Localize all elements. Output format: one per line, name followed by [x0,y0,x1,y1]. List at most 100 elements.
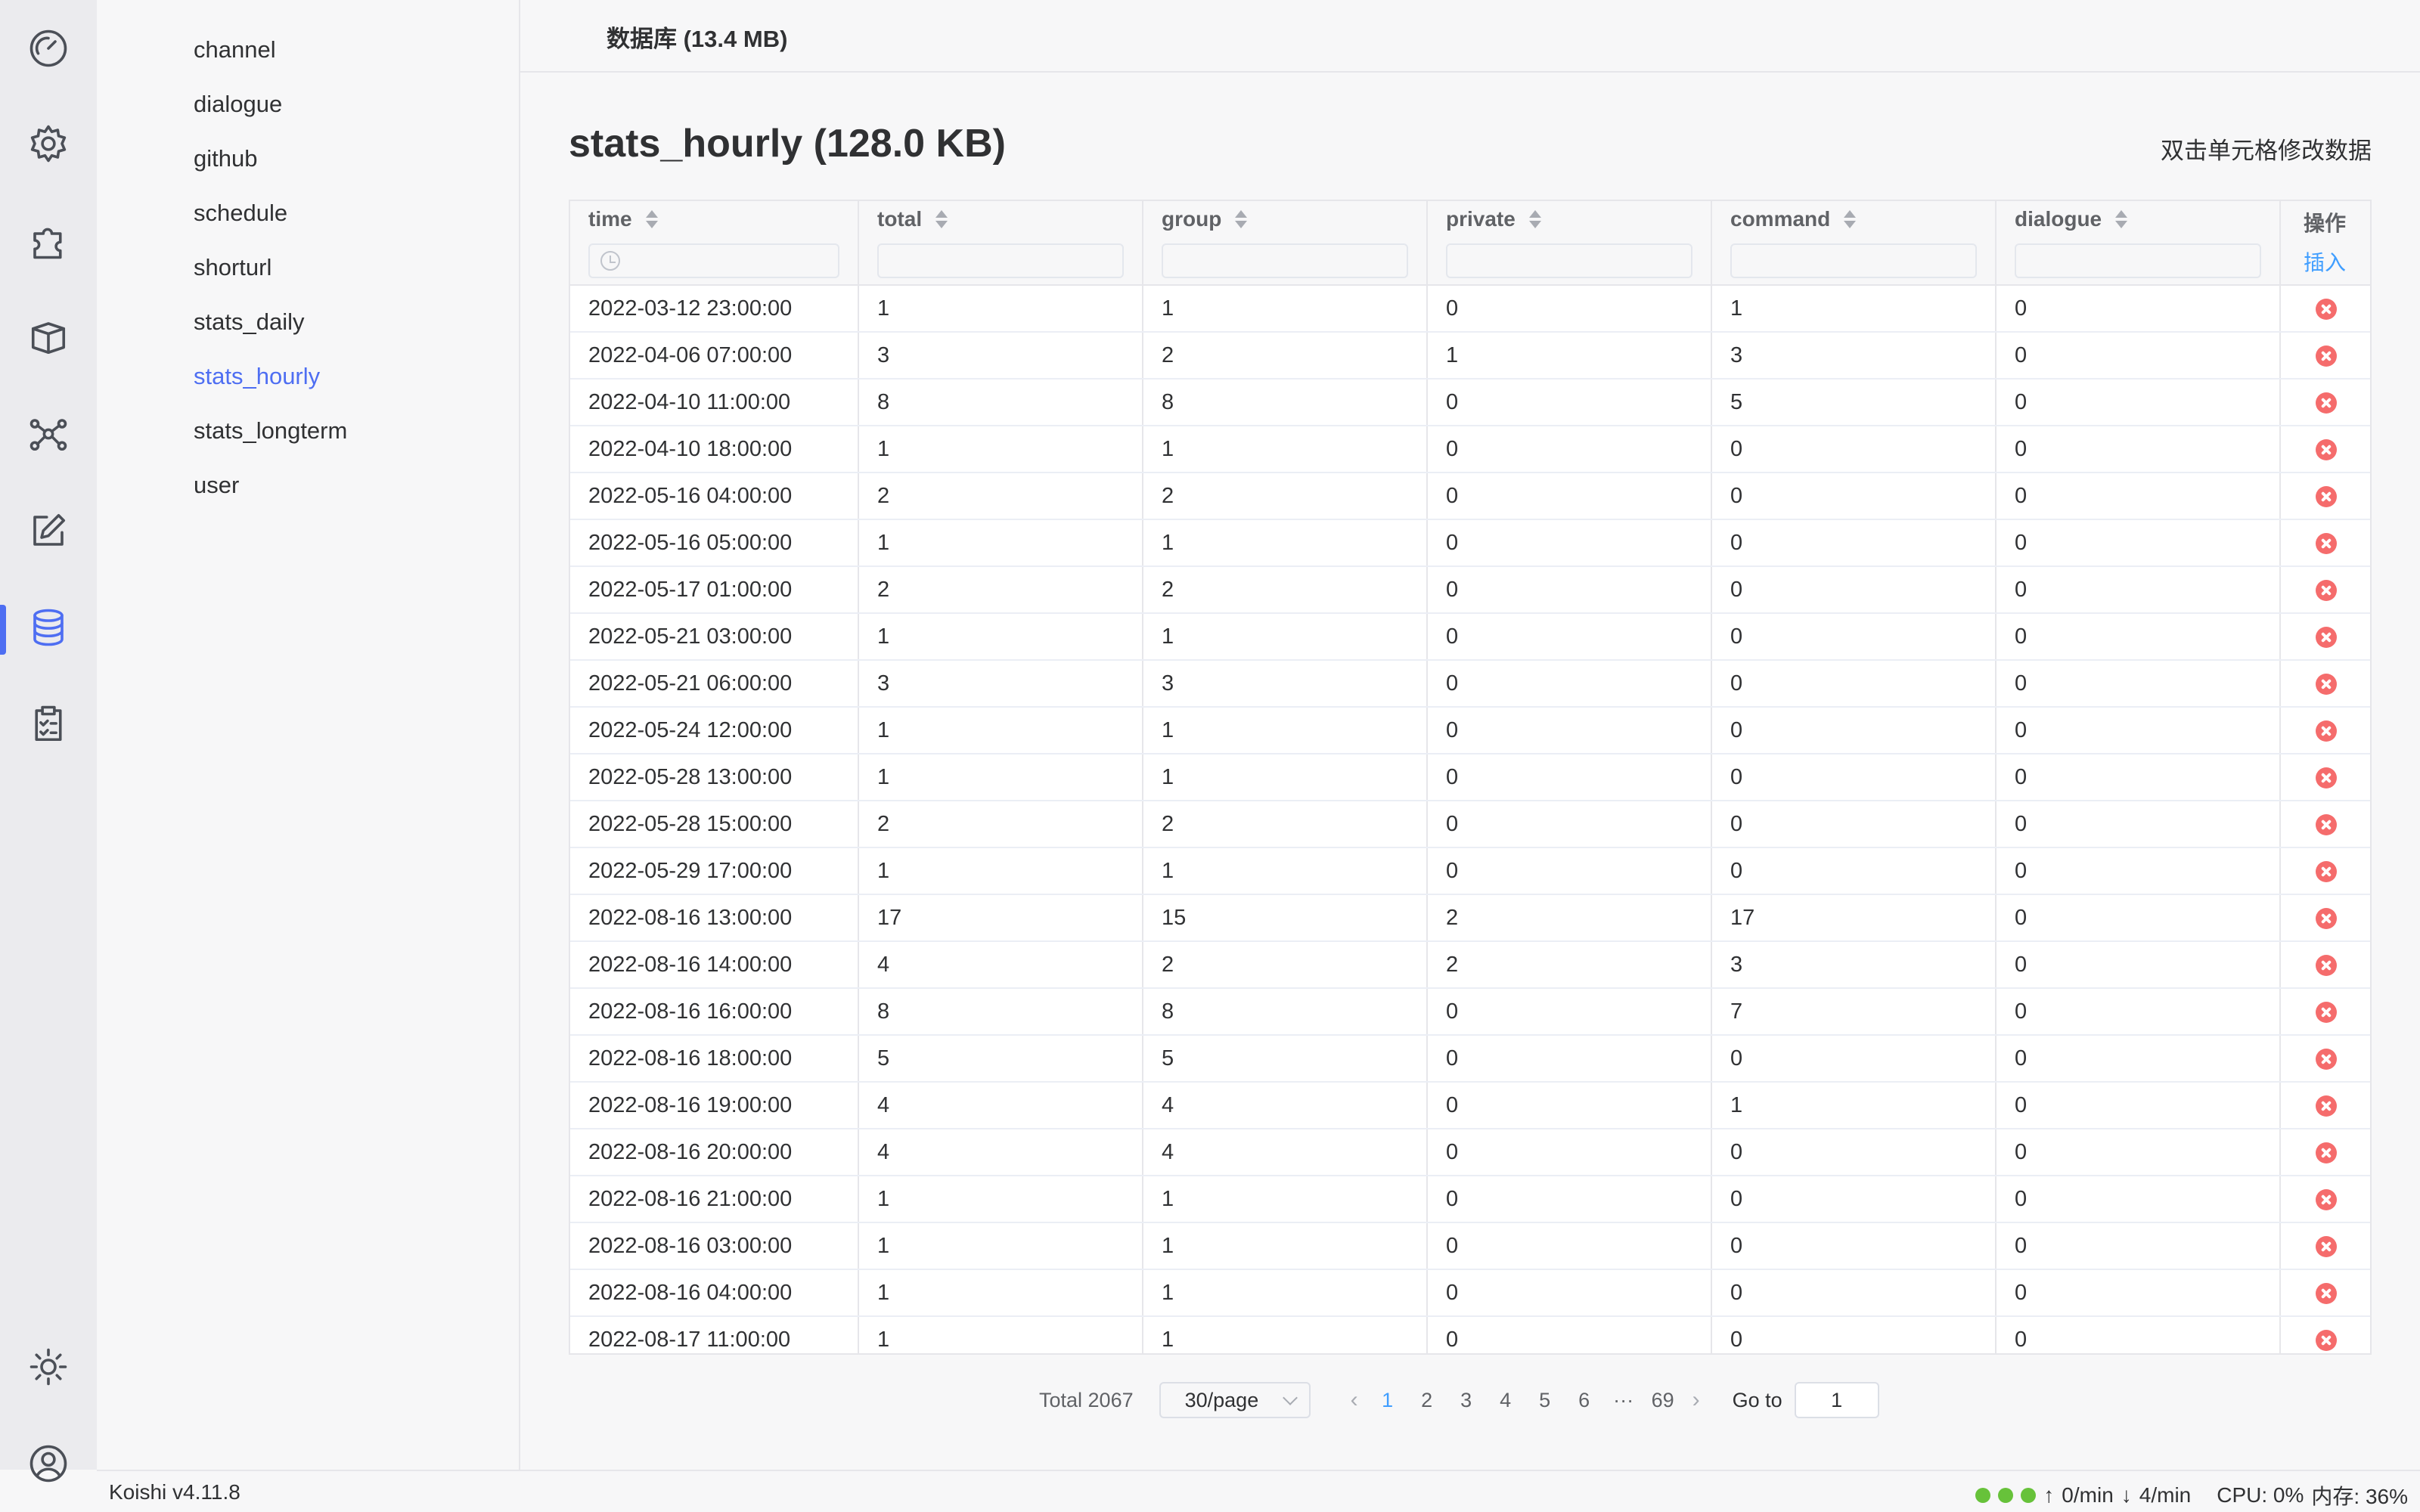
theme-sun-icon[interactable] [26,1344,71,1390]
sidebar-item-github[interactable]: github [194,145,257,172]
cell-dialogue[interactable]: 0 [1996,1317,2279,1353]
cell-total[interactable]: 17 [859,895,1142,940]
delete-row-icon[interactable] [2316,392,2337,414]
dialogue-filter-input[interactable] [2015,243,2261,278]
checklist-icon[interactable] [26,702,71,747]
cell-group[interactable]: 1 [1143,1176,1426,1222]
cell-time[interactable]: 2022-04-10 11:00:00 [570,380,858,425]
cell-dialogue[interactable]: 0 [1996,1129,2279,1175]
cell-group[interactable]: 8 [1143,989,1426,1034]
cell-total[interactable]: 1 [859,1270,1142,1315]
cell-command[interactable]: 0 [1712,1036,1995,1081]
delete-row-icon[interactable] [2316,1236,2337,1257]
plugin-icon[interactable] [26,218,71,263]
cell-private[interactable]: 0 [1428,1129,1711,1175]
sort-icon[interactable] [2114,209,2129,230]
cell-group[interactable]: 5 [1143,1036,1426,1081]
page-2[interactable]: 2 [1407,1389,1447,1412]
sort-icon[interactable] [1842,209,1857,230]
cell-dialogue[interactable]: 0 [1996,1036,2279,1081]
cell-dialogue[interactable]: 0 [1996,426,2279,472]
cell-command[interactable]: 0 [1712,801,1995,847]
cell-private[interactable]: 0 [1428,473,1711,519]
dashboard-icon[interactable] [26,26,71,71]
cell-dialogue[interactable]: 0 [1996,1270,2279,1315]
network-icon[interactable] [26,411,71,457]
cell-dialogue[interactable]: 0 [1996,989,2279,1034]
cell-total[interactable]: 2 [859,567,1142,612]
cell-private[interactable]: 0 [1428,426,1711,472]
cell-time[interactable]: 2022-08-16 16:00:00 [570,989,858,1034]
cell-total[interactable]: 1 [859,754,1142,800]
sort-icon[interactable] [934,209,949,230]
cell-dialogue[interactable]: 0 [1996,895,2279,940]
delete-row-icon[interactable] [2316,299,2337,320]
cell-group[interactable]: 2 [1143,942,1426,987]
cell-private[interactable]: 0 [1428,661,1711,706]
sort-icon[interactable] [644,209,659,230]
delete-row-icon[interactable] [2316,439,2337,460]
cell-total[interactable]: 2 [859,473,1142,519]
cell-time[interactable]: 2022-08-17 11:00:00 [570,1317,858,1353]
cell-group[interactable]: 2 [1143,567,1426,612]
cell-dialogue[interactable]: 0 [1996,1223,2279,1269]
cell-dialogue[interactable]: 0 [1996,473,2279,519]
delete-row-icon[interactable] [2316,1002,2337,1023]
cell-time[interactable]: 2022-08-16 14:00:00 [570,942,858,987]
cell-time[interactable]: 2022-08-16 04:00:00 [570,1270,858,1315]
cell-time[interactable]: 2022-08-16 19:00:00 [570,1083,858,1128]
private-filter-input[interactable] [1446,243,1692,278]
cell-private[interactable]: 0 [1428,1083,1711,1128]
sort-icon[interactable] [1528,209,1543,230]
cell-time[interactable]: 2022-08-16 20:00:00 [570,1129,858,1175]
cell-group[interactable]: 2 [1143,801,1426,847]
cell-private[interactable]: 0 [1428,1317,1711,1353]
sidebar-item-dialogue[interactable]: dialogue [194,91,282,118]
cell-command[interactable]: 0 [1712,848,1995,894]
cell-command[interactable]: 1 [1712,286,1995,331]
cell-group[interactable]: 2 [1143,333,1426,378]
cell-command[interactable]: 17 [1712,895,1995,940]
cell-time[interactable]: 2022-05-16 04:00:00 [570,473,858,519]
user-icon[interactable] [26,1441,71,1486]
cell-command[interactable]: 0 [1712,567,1995,612]
delete-row-icon[interactable] [2316,720,2337,742]
cell-total[interactable]: 1 [859,848,1142,894]
cell-group[interactable]: 1 [1143,1270,1426,1315]
cell-private[interactable]: 0 [1428,286,1711,331]
cell-dialogue[interactable]: 0 [1996,567,2279,612]
delete-row-icon[interactable] [2316,486,2337,507]
delete-row-icon[interactable] [2316,580,2337,601]
cell-command[interactable]: 0 [1712,1270,1995,1315]
cell-private[interactable]: 1 [1428,333,1711,378]
delete-row-icon[interactable] [2316,627,2337,648]
sidebar-item-stats-hourly[interactable]: stats_hourly [194,363,320,390]
cell-dialogue[interactable]: 0 [1996,848,2279,894]
cell-private[interactable]: 0 [1428,614,1711,659]
page-69[interactable]: 69 [1643,1389,1683,1412]
next-page-button[interactable]: › [1683,1387,1710,1413]
cell-group[interactable]: 1 [1143,708,1426,753]
cell-command[interactable]: 0 [1712,1129,1995,1175]
cell-dialogue[interactable]: 0 [1996,708,2279,753]
cell-group[interactable]: 8 [1143,380,1426,425]
cell-private[interactable]: 0 [1428,1223,1711,1269]
cell-time[interactable]: 2022-05-21 06:00:00 [570,661,858,706]
cell-group[interactable]: 1 [1143,1317,1426,1353]
database-icon[interactable] [26,605,71,650]
page-1[interactable]: 1 [1368,1389,1407,1412]
cell-total[interactable]: 1 [859,1176,1142,1222]
cell-command[interactable]: 0 [1712,473,1995,519]
cell-command[interactable]: 0 [1712,1317,1995,1353]
cell-command[interactable]: 3 [1712,942,1995,987]
group-filter-input[interactable] [1162,243,1408,278]
delete-row-icon[interactable] [2316,908,2337,929]
cell-command[interactable]: 0 [1712,614,1995,659]
cell-time[interactable]: 2022-05-24 12:00:00 [570,708,858,753]
cell-time[interactable]: 2022-05-16 05:00:00 [570,520,858,565]
cell-private[interactable]: 2 [1428,942,1711,987]
delete-row-icon[interactable] [2316,1189,2337,1210]
cell-dialogue[interactable]: 0 [1996,286,2279,331]
sort-private[interactable]: private [1446,207,1543,231]
cell-private[interactable]: 0 [1428,989,1711,1034]
